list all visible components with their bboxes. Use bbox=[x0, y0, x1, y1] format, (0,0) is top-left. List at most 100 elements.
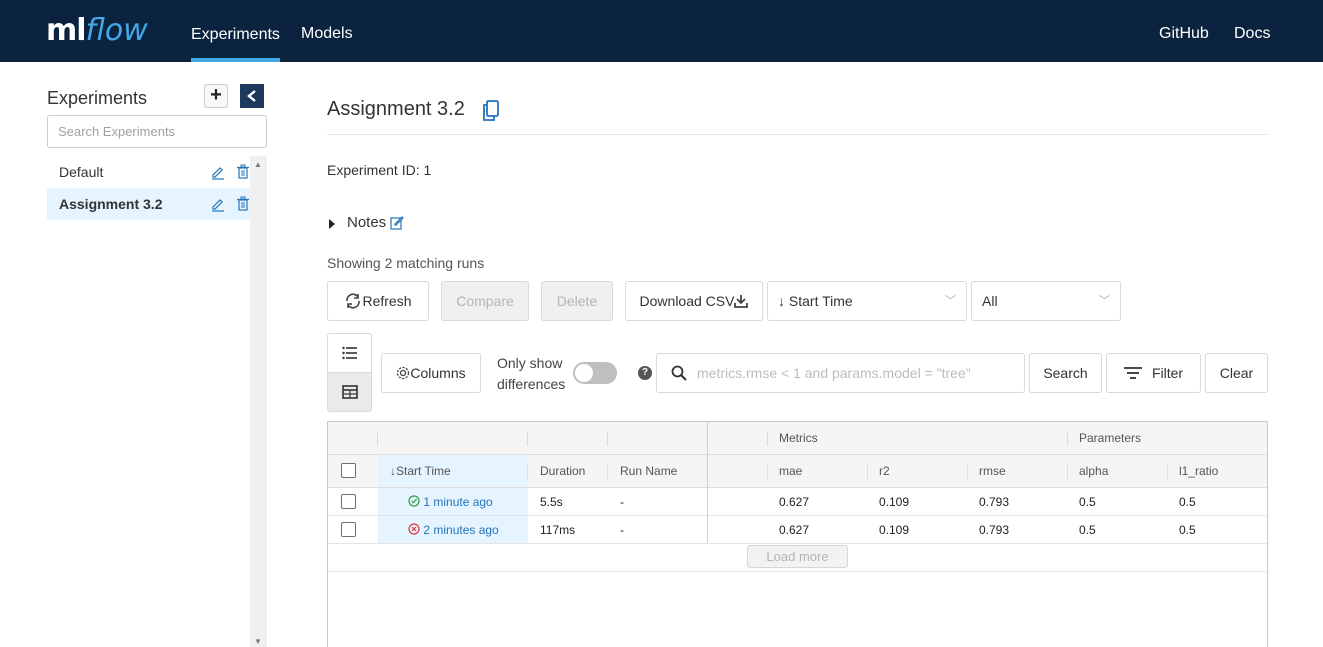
caret-right-icon[interactable] bbox=[329, 219, 335, 229]
sidebar-item-label: Assignment 3.2 bbox=[59, 196, 163, 212]
sidebar-title: Experiments bbox=[47, 88, 148, 108]
edit-icon[interactable] bbox=[211, 196, 225, 212]
columns-button[interactable]: Columns bbox=[381, 353, 481, 393]
success-check-icon bbox=[408, 495, 420, 507]
refresh-icon bbox=[346, 293, 361, 309]
rmse-cell: 0.793 bbox=[979, 495, 1010, 509]
column-header-mae[interactable]: mae bbox=[779, 455, 802, 488]
scroll-down-arrow-icon[interactable]: ▼ bbox=[254, 637, 262, 646]
diff-only-toggle[interactable] bbox=[573, 362, 617, 384]
column-header-start-time[interactable]: ↓Start Time bbox=[390, 455, 451, 488]
column-separator bbox=[377, 432, 378, 446]
search-button[interactable]: Search bbox=[1029, 353, 1102, 393]
column-separator bbox=[867, 465, 868, 479]
filter-button[interactable]: Filter bbox=[1106, 353, 1201, 393]
search-icon bbox=[671, 365, 687, 381]
trash-icon[interactable] bbox=[236, 164, 250, 180]
add-experiment-button[interactable]: + bbox=[204, 84, 228, 108]
column-divider bbox=[707, 488, 708, 543]
arrow-down-icon: ↓ bbox=[778, 293, 785, 309]
column-header-alpha[interactable]: alpha bbox=[1079, 455, 1108, 488]
rmse-cell: 0.793 bbox=[979, 523, 1010, 537]
start-time-cell[interactable]: 1 minute ago bbox=[408, 488, 493, 516]
table-row[interactable]: 2 minutes ago 117ms - 0.627 0.109 0.793 … bbox=[328, 516, 1267, 544]
download-icon bbox=[734, 295, 749, 308]
toggle-knob bbox=[575, 364, 593, 382]
column-separator bbox=[1167, 465, 1168, 479]
metrics-group-header: Metrics bbox=[779, 431, 818, 445]
scroll-up-arrow-icon[interactable]: ▲ bbox=[254, 160, 262, 169]
column-separator bbox=[707, 422, 708, 455]
table-row[interactable]: 1 minute ago 5.5s - 0.627 0.109 0.793 0.… bbox=[328, 488, 1267, 516]
delete-button[interactable]: Delete bbox=[541, 281, 613, 321]
nav-github[interactable]: GitHub bbox=[1159, 0, 1209, 62]
experiment-id: Experiment ID: 1 bbox=[327, 162, 432, 178]
notes-label[interactable]: Notes bbox=[347, 214, 386, 231]
column-header-l1-ratio[interactable]: l1_ratio bbox=[1179, 455, 1218, 488]
mae-cell: 0.627 bbox=[779, 495, 810, 509]
duration-cell: 5.5s bbox=[540, 495, 563, 509]
search-experiments-input[interactable] bbox=[47, 115, 267, 148]
sidebar-item-default[interactable]: Default bbox=[47, 156, 251, 188]
runs-table: Metrics Parameters ↓Start Time Duration … bbox=[327, 421, 1268, 647]
list-view-button[interactable] bbox=[327, 333, 372, 373]
list-icon bbox=[341, 346, 357, 360]
load-more-row: Load more bbox=[328, 543, 1267, 572]
collapse-sidebar-button[interactable] bbox=[240, 84, 264, 108]
nav-experiments[interactable]: Experiments bbox=[191, 0, 280, 62]
refresh-button[interactable]: Refresh bbox=[327, 281, 429, 321]
column-header-rmse[interactable]: rmse bbox=[979, 455, 1006, 488]
run-name-cell: - bbox=[620, 523, 624, 537]
matching-runs-count: Showing 2 matching runs bbox=[327, 255, 485, 271]
mlflow-logo[interactable]: mlflow bbox=[46, 12, 148, 50]
compare-button[interactable]: Compare bbox=[441, 281, 529, 321]
help-icon[interactable]: ? bbox=[638, 366, 652, 380]
row-checkbox[interactable] bbox=[341, 522, 356, 537]
chevron-down-icon: ﹀ bbox=[1099, 295, 1110, 307]
duration-cell: 117ms bbox=[540, 523, 576, 537]
nav-models[interactable]: Models bbox=[301, 0, 353, 62]
table-group-header: Metrics Parameters bbox=[328, 422, 1267, 455]
row-checkbox[interactable] bbox=[341, 494, 356, 509]
mae-cell: 0.627 bbox=[779, 523, 810, 537]
download-csv-button[interactable]: Download CSV bbox=[625, 281, 763, 321]
r2-cell: 0.109 bbox=[879, 495, 910, 509]
chevron-left-icon bbox=[247, 90, 256, 102]
title-divider bbox=[327, 134, 1268, 135]
gear-icon bbox=[397, 366, 410, 380]
start-time-cell[interactable]: 2 minutes ago bbox=[408, 516, 499, 544]
column-header-r2[interactable]: r2 bbox=[879, 455, 890, 488]
trash-icon[interactable] bbox=[236, 196, 250, 212]
sort-by-select[interactable]: ↓ Start Time ﹀ bbox=[767, 281, 967, 321]
clear-button[interactable]: Clear bbox=[1205, 353, 1268, 393]
column-separator bbox=[607, 432, 608, 446]
run-search-box bbox=[656, 353, 1025, 393]
lifecycle-filter-select[interactable]: All ﹀ bbox=[971, 281, 1121, 321]
column-separator bbox=[527, 465, 528, 479]
only-show-differences-label: Only show differences bbox=[497, 355, 566, 392]
l1-ratio-cell: 0.5 bbox=[1179, 523, 1196, 537]
top-navbar: mlflow Experiments Models GitHub Docs bbox=[0, 0, 1323, 62]
column-separator bbox=[527, 432, 528, 446]
alpha-cell: 0.5 bbox=[1079, 523, 1096, 537]
sidebar-scrollbar[interactable]: ▲ ▼ bbox=[250, 156, 267, 647]
column-separator bbox=[1067, 465, 1068, 479]
column-header-run-name[interactable]: Run Name bbox=[620, 455, 677, 488]
table-column-header: ↓Start Time Duration Run Name mae r2 rms… bbox=[328, 455, 1267, 488]
column-separator bbox=[767, 432, 768, 446]
sidebar-item-assignment-3-2[interactable]: Assignment 3.2 bbox=[47, 188, 251, 220]
r2-cell: 0.109 bbox=[879, 523, 910, 537]
nav-docs[interactable]: Docs bbox=[1234, 0, 1270, 62]
run-name-cell: - bbox=[620, 495, 624, 509]
edit-icon[interactable] bbox=[211, 164, 225, 180]
load-more-button[interactable]: Load more bbox=[747, 545, 848, 568]
table-view-button[interactable] bbox=[327, 372, 372, 412]
edit-notes-icon[interactable] bbox=[390, 216, 404, 230]
parameters-group-header: Parameters bbox=[1079, 431, 1142, 445]
copy-icon[interactable] bbox=[482, 100, 500, 122]
filter-icon bbox=[1123, 367, 1142, 379]
column-header-duration[interactable]: Duration bbox=[540, 455, 585, 488]
alpha-cell: 0.5 bbox=[1079, 495, 1096, 509]
select-all-checkbox[interactable] bbox=[341, 463, 356, 478]
run-search-input[interactable] bbox=[697, 362, 1017, 384]
